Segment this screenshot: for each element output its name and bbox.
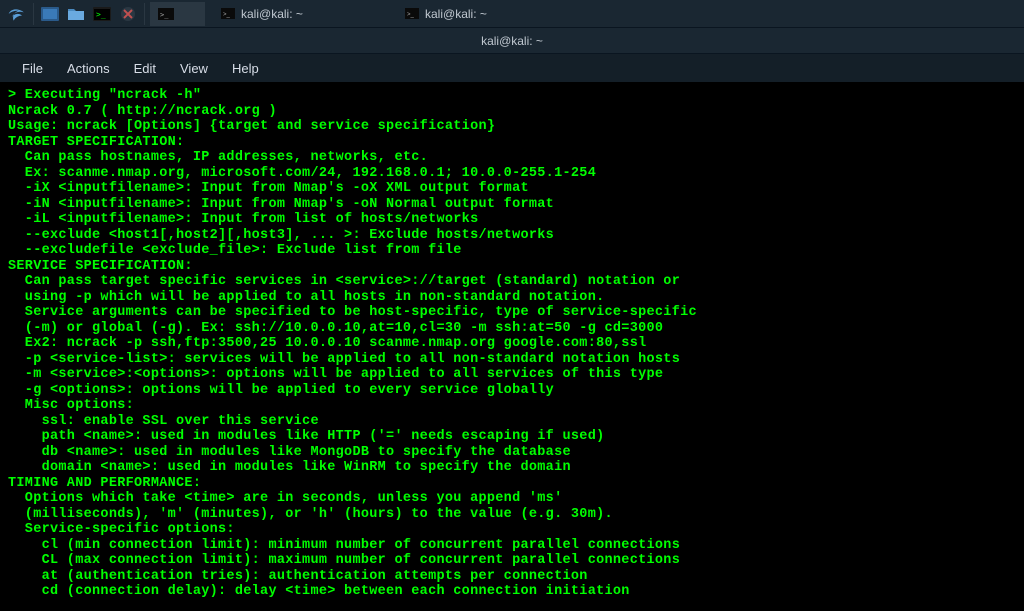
terminal-line: (-m) or global (-g). Ex: ssh://10.0.0.10… xyxy=(8,321,1016,337)
window-titlebar: kali@kali: ~ xyxy=(0,28,1024,54)
terminal-line: domain <name>: used in modules like WinR… xyxy=(8,460,1016,476)
terminal-line: cd (connection delay): delay <time> betw… xyxy=(8,584,1016,600)
terminal-line: -iL <inputfilename>: Input from list of … xyxy=(8,212,1016,228)
kali-menu-icon[interactable] xyxy=(5,2,29,26)
terminal-line: -p <service-list>: services will be appl… xyxy=(8,352,1016,368)
terminal-line: Ex2: ncrack -p ssh,ftp:3500,25 10.0.0.10… xyxy=(8,336,1016,352)
taskbar-tab-label: kali@kali: ~ xyxy=(241,7,303,21)
svg-text:>_: >_ xyxy=(223,12,231,18)
terminal-line: Usage: ncrack [Options] {target and serv… xyxy=(8,119,1016,135)
menubar: File Actions Edit View Help xyxy=(0,54,1024,82)
terminal-line: cl (min connection limit): minimum numbe… xyxy=(8,538,1016,554)
taskbar-tab-label: kali@kali: ~ xyxy=(425,7,487,21)
terminal-line: Can pass target specific services in <se… xyxy=(8,274,1016,290)
menu-actions[interactable]: Actions xyxy=(55,57,122,80)
taskbar: >_ >_ >_ kali@kali: ~ >_ kali@kali: ~ xyxy=(0,0,1024,28)
taskbar-app-terminal[interactable]: >_ xyxy=(150,2,205,26)
terminal-line: TARGET SPECIFICATION: xyxy=(8,135,1016,151)
taskbar-tab-2[interactable]: >_ kali@kali: ~ xyxy=(393,2,573,26)
menu-file[interactable]: File xyxy=(10,57,55,80)
file-manager-icon[interactable] xyxy=(64,2,88,26)
terminal-line: -g <options>: options will be applied to… xyxy=(8,383,1016,399)
svg-text:>_: >_ xyxy=(96,10,106,19)
show-desktop-icon[interactable] xyxy=(38,2,62,26)
terminal-line: Ex: scanme.nmap.org, microsoft.com/24, 1… xyxy=(8,166,1016,182)
terminal-line: CL (max connection limit): maximum numbe… xyxy=(8,553,1016,569)
menu-edit[interactable]: Edit xyxy=(122,57,168,80)
menu-view[interactable]: View xyxy=(168,57,220,80)
terminal-line: --exclude <host1[,host2][,host3], ... >:… xyxy=(8,228,1016,244)
terminal-line: -iN <inputfilename>: Input from Nmap's -… xyxy=(8,197,1016,213)
terminal-line: path <name>: used in modules like HTTP (… xyxy=(8,429,1016,445)
terminal-line: > Executing "ncrack -h" xyxy=(8,88,1016,104)
terminal-line: --excludefile <exclude_file>: Exclude li… xyxy=(8,243,1016,259)
terminal-line: (milliseconds), 'm' (minutes), or 'h' (h… xyxy=(8,507,1016,523)
terminal-quick-icon[interactable]: >_ xyxy=(90,2,114,26)
svg-text:>_: >_ xyxy=(407,12,415,18)
terminal-line: db <name>: used in modules like MongoDB … xyxy=(8,445,1016,461)
kali-tool-icon[interactable] xyxy=(116,2,140,26)
terminal-line: TIMING AND PERFORMANCE: xyxy=(8,476,1016,492)
menu-help[interactable]: Help xyxy=(220,57,271,80)
taskbar-tab-1[interactable]: >_ kali@kali: ~ xyxy=(209,2,389,26)
terminal-line: Misc options: xyxy=(8,398,1016,414)
terminal-line: Options which take <time> are in seconds… xyxy=(8,491,1016,507)
terminal-line: Service-specific options: xyxy=(8,522,1016,538)
terminal-line: -m <service>:<options>: options will be … xyxy=(8,367,1016,383)
window-title: kali@kali: ~ xyxy=(481,34,543,48)
terminal-output[interactable]: > Executing "ncrack -h"Ncrack 0.7 ( http… xyxy=(0,82,1024,611)
terminal-line: Can pass hostnames, IP addresses, networ… xyxy=(8,150,1016,166)
svg-text:>_: >_ xyxy=(160,11,169,19)
taskbar-separator xyxy=(144,3,145,25)
terminal-line: using -p which will be applied to all ho… xyxy=(8,290,1016,306)
terminal-line: ssl: enable SSL over this service xyxy=(8,414,1016,430)
terminal-line: at (authentication tries): authenticatio… xyxy=(8,569,1016,585)
terminal-line: SERVICE SPECIFICATION: xyxy=(8,259,1016,275)
terminal-line: Service arguments can be specified to be… xyxy=(8,305,1016,321)
terminal-line: Ncrack 0.7 ( http://ncrack.org ) xyxy=(8,104,1016,120)
terminal-line: -iX <inputfilename>: Input from Nmap's -… xyxy=(8,181,1016,197)
taskbar-separator xyxy=(33,3,34,25)
